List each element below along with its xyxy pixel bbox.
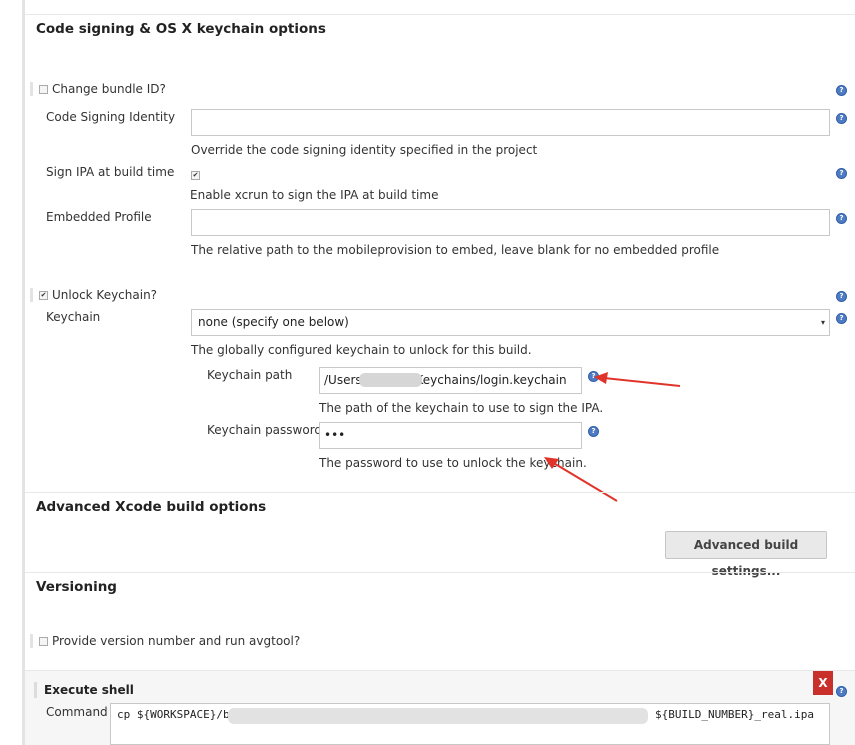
provide-version-row[interactable]: Provide version number and run avgtool? <box>30 634 300 648</box>
section-title-versioning: Versioning <box>36 579 117 595</box>
redacted-region <box>228 708 648 724</box>
divider <box>25 572 855 573</box>
help-icon[interactable]: ? <box>836 686 847 697</box>
close-step-button[interactable]: X <box>813 671 833 695</box>
provide-version-label: Provide version number and run avgtool? <box>52 634 301 648</box>
command-label: Command <box>46 705 108 719</box>
annotation-arrow-path <box>594 372 681 387</box>
provide-version-checkbox[interactable] <box>39 636 48 646</box>
execute-shell-title: Execute shell <box>44 683 134 697</box>
command-text-start: cp ${WORKSPACE}/bui <box>117 708 243 721</box>
annotation-arrow-password <box>544 457 618 502</box>
section-title-advanced: Advanced Xcode build options <box>36 499 267 515</box>
advanced-build-settings-button[interactable]: Advanced build settings... <box>665 531 827 578</box>
drag-handle[interactable] <box>34 682 37 698</box>
divider <box>25 492 855 493</box>
command-text-end: ${BUILD_NUMBER}_real.ipa <box>655 708 814 721</box>
